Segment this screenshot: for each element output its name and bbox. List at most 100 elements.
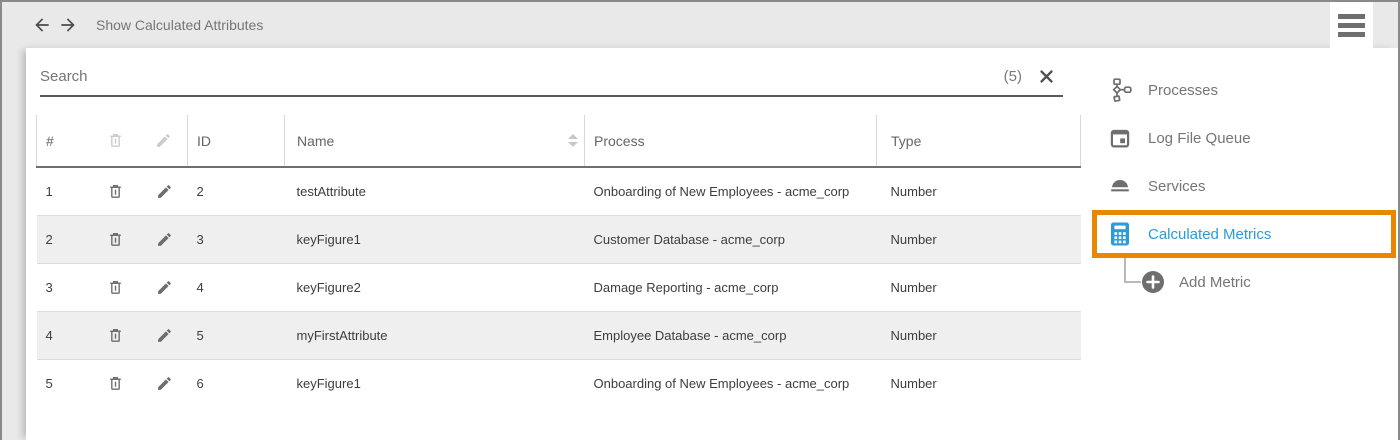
edit-button[interactable]: [152, 323, 176, 347]
edit-button[interactable]: [152, 371, 176, 395]
sidebar-item-label: Services: [1148, 178, 1206, 195]
table-row: 1 2 testAttribute Onboarding of New Empl…: [37, 167, 1081, 215]
content-panel: (5) #: [26, 48, 1398, 440]
edit-button[interactable]: [152, 227, 176, 251]
table-body: 1 2 testAttribute Onboarding of New Empl…: [37, 167, 1081, 407]
edit-cell: [141, 359, 188, 407]
row-name: myFirstAttribute: [285, 311, 585, 359]
table-row: 5 6 keyFigure1 Onboarding of New Employe…: [37, 359, 1081, 407]
delete-cell: [91, 311, 141, 359]
delete-button[interactable]: [104, 371, 128, 395]
sidebar-item-label: Add Metric: [1179, 274, 1251, 291]
trash-icon: [107, 231, 124, 248]
row-name: keyFigure1: [285, 359, 585, 407]
delete-cell: [91, 167, 141, 215]
pencil-icon: [156, 375, 173, 392]
trash-icon: [107, 183, 124, 200]
header-delete: [91, 115, 141, 167]
result-count: (5): [1004, 68, 1022, 85]
delete-button[interactable]: [104, 323, 128, 347]
plus-circle-icon: [1141, 270, 1165, 294]
delete-cell: [91, 359, 141, 407]
attributes-table: #: [36, 115, 1081, 407]
header-id: ID: [188, 115, 285, 167]
pencil-icon: [156, 231, 173, 248]
row-type: Number: [877, 167, 1081, 215]
delete-button[interactable]: [104, 227, 128, 251]
sidebar: Processes Log File Queue Services: [1092, 66, 1398, 306]
cloche-icon: [1108, 174, 1132, 198]
page-title: Show Calculated Attributes: [96, 17, 263, 33]
delete-button[interactable]: [104, 179, 128, 203]
table-row: 4 5 myFirstAttribute Employee Database -…: [37, 311, 1081, 359]
delete-cell: [91, 215, 141, 263]
header-name[interactable]: Name: [285, 115, 585, 167]
row-type: Number: [877, 263, 1081, 311]
header-type: Type: [877, 115, 1081, 167]
row-type: Number: [877, 311, 1081, 359]
row-process: Onboarding of New Employees - acme_corp: [585, 359, 877, 407]
trash-icon: [107, 375, 124, 392]
edit-cell: [141, 263, 188, 311]
sidebar-item-label: Log File Queue: [1148, 130, 1251, 147]
sidebar-item-calculated-metrics[interactable]: Calculated Metrics: [1092, 210, 1396, 258]
forward-arrow-icon[interactable]: [58, 15, 78, 35]
row-name: testAttribute: [285, 167, 585, 215]
table-header-row: #: [37, 115, 1081, 167]
search-bar: (5): [40, 58, 1063, 97]
edit-cell: [141, 215, 188, 263]
edit-button[interactable]: [152, 179, 176, 203]
pencil-icon: [152, 129, 176, 153]
workflow-icon: [1108, 78, 1132, 102]
clear-search-button[interactable]: [1038, 68, 1055, 85]
table-row: 2 3 keyFigure1 Customer Database - acme_…: [37, 215, 1081, 263]
pencil-icon: [156, 327, 173, 344]
row-id: 2: [188, 167, 285, 215]
app-window: Show Calculated Attributes (5) #: [0, 0, 1400, 440]
sidebar-item-services[interactable]: Services: [1092, 162, 1398, 210]
edit-cell: [141, 311, 188, 359]
row-index: 2: [37, 215, 91, 263]
row-process: Damage Reporting - acme_corp: [585, 263, 877, 311]
row-process: Employee Database - acme_corp: [585, 311, 877, 359]
trash-icon: [104, 129, 128, 153]
delete-cell: [91, 263, 141, 311]
row-id: 6: [188, 359, 285, 407]
calculator-icon: [1108, 222, 1132, 246]
row-process: Customer Database - acme_corp: [585, 215, 877, 263]
row-name: keyFigure2: [285, 263, 585, 311]
header-index: #: [37, 115, 91, 167]
sidebar-item-add-metric[interactable]: Add Metric: [1092, 258, 1398, 306]
row-type: Number: [877, 215, 1081, 263]
sidebar-item-processes[interactable]: Processes: [1092, 66, 1398, 114]
sidebar-item-label: Calculated Metrics: [1148, 226, 1271, 243]
row-id: 3: [188, 215, 285, 263]
menu-button[interactable]: [1330, 2, 1373, 48]
row-index: 3: [37, 263, 91, 311]
edit-button[interactable]: [152, 275, 176, 299]
pencil-icon: [156, 279, 173, 296]
table-row: 3 4 keyFigure2 Damage Reporting - acme_c…: [37, 263, 1081, 311]
delete-button[interactable]: [104, 275, 128, 299]
edit-cell: [141, 167, 188, 215]
sidebar-item-log-file-queue[interactable]: Log File Queue: [1092, 114, 1398, 162]
row-type: Number: [877, 359, 1081, 407]
trash-icon: [107, 279, 124, 296]
calendar-icon: [1108, 126, 1132, 150]
close-icon: [1038, 68, 1055, 85]
sidebar-item-label: Processes: [1148, 82, 1218, 99]
back-arrow-icon[interactable]: [32, 15, 52, 35]
top-bar: Show Calculated Attributes: [2, 2, 1398, 48]
header-edit: [141, 115, 188, 167]
row-id: 4: [188, 263, 285, 311]
row-name: keyFigure1: [285, 215, 585, 263]
header-process: Process: [585, 115, 877, 167]
search-input[interactable]: [40, 68, 1004, 85]
row-id: 5: [188, 311, 285, 359]
trash-icon: [107, 327, 124, 344]
row-index: 4: [37, 311, 91, 359]
hamburger-icon: [1338, 14, 1365, 19]
row-process: Onboarding of New Employees - acme_corp: [585, 167, 877, 215]
sort-icon[interactable]: [568, 134, 578, 147]
row-index: 5: [37, 359, 91, 407]
